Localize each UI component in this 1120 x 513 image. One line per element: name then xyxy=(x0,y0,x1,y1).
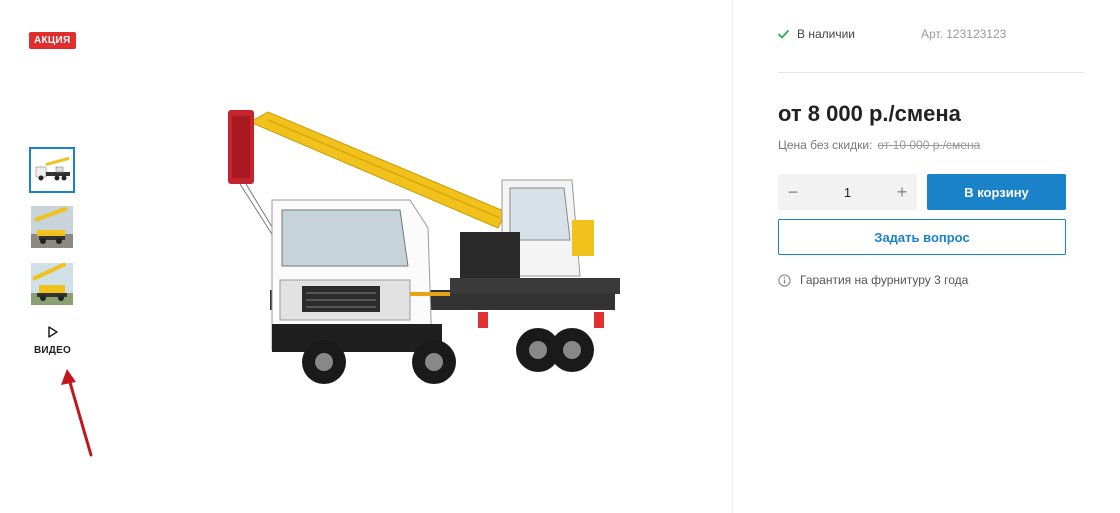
quantity-stepper: − + xyxy=(778,174,917,210)
red-arrow-icon xyxy=(61,369,93,457)
thumbnail-2[interactable] xyxy=(29,204,75,250)
warranty-label: Гарантия на фурнитуру 3 года xyxy=(800,273,969,287)
old-price-row: Цена без скидки: от 10 000 р./смена xyxy=(778,138,980,152)
video-label: ВИДЕО xyxy=(34,345,71,356)
quantity-minus-button[interactable]: − xyxy=(778,174,808,210)
price: от 8 000 р./смена xyxy=(778,101,961,126)
ask-question-button[interactable]: Задать вопрос xyxy=(778,219,1066,255)
old-price: от 10 000 р./смена xyxy=(877,138,981,152)
warranty-info: Гарантия на фурнитуру 3 года xyxy=(778,273,968,287)
sale-badge: АКЦИЯ xyxy=(29,32,76,49)
old-price-label: Цена без скидки: xyxy=(778,138,873,152)
product-gallery: АКЦИЯ ВИДЕО xyxy=(0,0,733,513)
quantity-input[interactable] xyxy=(815,183,880,201)
thumbnail-3[interactable] xyxy=(29,261,75,307)
add-to-cart-button[interactable]: В корзину xyxy=(927,174,1066,210)
crane-truck-image xyxy=(228,110,620,384)
thumbnail-1[interactable] xyxy=(29,147,75,193)
check-icon xyxy=(778,29,789,38)
quantity-plus-button[interactable]: + xyxy=(887,174,917,210)
video-button[interactable]: ВИДЕО xyxy=(29,325,76,356)
info-icon xyxy=(778,273,791,287)
panel-divider xyxy=(732,0,733,513)
play-icon xyxy=(47,326,58,338)
stock-status: В наличии xyxy=(778,27,855,41)
divider xyxy=(778,72,1084,73)
stock-label: В наличии xyxy=(797,27,856,41)
sku: Арт. 123123123 xyxy=(921,27,1007,41)
thumbnail-list xyxy=(29,147,76,318)
